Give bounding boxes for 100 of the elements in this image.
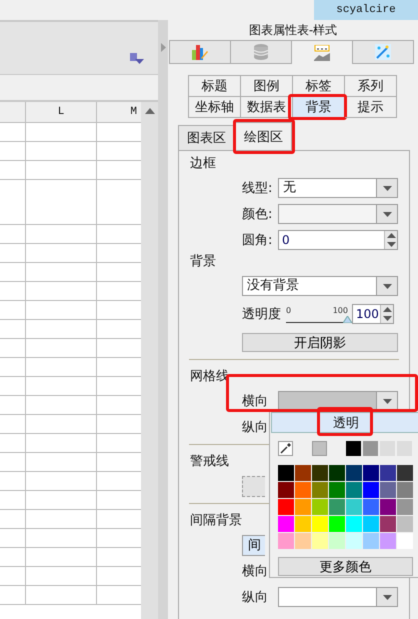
color-swatch[interactable] — [346, 499, 362, 515]
color-swatch[interactable] — [397, 465, 413, 481]
color-swatch[interactable] — [295, 533, 311, 549]
color-swatch[interactable] — [346, 516, 362, 532]
field-label: 纵向 — [242, 419, 269, 436]
transparent-option[interactable]: 透明 — [271, 412, 418, 433]
panel-title: 图表属性表-样式 — [248, 22, 338, 38]
shadow-button[interactable]: 开启阴影 — [242, 332, 398, 352]
color-swatch[interactable] — [312, 441, 327, 456]
more-colors-button[interactable]: 更多颜色 — [278, 557, 413, 576]
sub-tab[interactable]: 标题 — [189, 76, 241, 97]
spin-up-icon[interactable] — [386, 233, 396, 238]
color-swatch[interactable] — [312, 499, 328, 515]
slider-min-label: 0 — [286, 306, 292, 314]
caret-icon — [382, 212, 392, 216]
user-name[interactable]: scyalcire — [314, 0, 418, 20]
color-swatch[interactable] — [380, 499, 396, 515]
color-swatch[interactable] — [380, 465, 396, 481]
color-swatch[interactable] — [363, 441, 378, 456]
color-swatch[interactable] — [397, 482, 413, 498]
color-swatch[interactable] — [312, 533, 328, 549]
color-swatch[interactable] — [397, 516, 413, 532]
color-swatch[interactable] — [295, 465, 311, 481]
color-swatch[interactable] — [329, 465, 345, 481]
spin-down-icon[interactable] — [386, 242, 396, 247]
sub-tab[interactable]: 坐标轴 — [189, 97, 241, 118]
caret-icon — [382, 594, 392, 600]
icon-tab[interactable] — [169, 40, 230, 64]
icon-tab[interactable] — [291, 40, 352, 64]
color-swatch[interactable] — [346, 533, 362, 549]
color-swatch[interactable] — [278, 516, 294, 532]
text-label-icon — [314, 44, 330, 60]
icon-tab[interactable] — [230, 40, 291, 64]
color-swatch[interactable] — [312, 516, 328, 532]
color-swatch[interactable] — [295, 499, 311, 515]
color-dropdown[interactable] — [278, 204, 398, 224]
sub-tab[interactable]: 提示 — [345, 97, 397, 118]
color-swatch[interactable] — [363, 516, 379, 532]
color-dropdown[interactable] — [278, 587, 398, 607]
expand-arrow-icon[interactable] — [160, 43, 166, 52]
opacity-spinner[interactable]: 100 — [352, 304, 394, 324]
color-swatch[interactable] — [312, 465, 328, 481]
color-swatch[interactable] — [278, 465, 294, 481]
color-swatch[interactable] — [278, 499, 294, 515]
color-swatch[interactable] — [329, 482, 345, 498]
section-heading: 间隔背景 — [189, 512, 242, 530]
add-line-button[interactable] — [242, 476, 265, 496]
corner-spinner[interactable]: 0 — [278, 230, 398, 250]
color-swatch[interactable] — [363, 499, 379, 515]
tab[interactable]: 图表区 — [178, 125, 235, 150]
color-swatch[interactable] — [312, 482, 328, 498]
color-swatch[interactable] — [363, 465, 379, 481]
caret-icon — [382, 284, 392, 288]
background-dropdown[interactable]: 没有背景 — [242, 276, 398, 296]
magic-wand-icon — [375, 44, 391, 60]
filter-icon[interactable] — [130, 53, 144, 65]
database-icon — [254, 44, 268, 60]
color-swatch[interactable] — [329, 499, 345, 515]
field-label: 横向 — [242, 393, 269, 410]
color-swatch[interactable] — [346, 465, 362, 481]
field-label: 透明度 — [242, 306, 282, 323]
color-swatch[interactable] — [346, 441, 361, 456]
scroll-up-icon[interactable] — [144, 108, 154, 114]
field-label: 圆角: — [242, 232, 274, 249]
color-swatch[interactable] — [278, 533, 294, 549]
sub-tab[interactable]: 系列 — [345, 76, 397, 97]
color-swatch[interactable] — [380, 482, 396, 498]
color-swatch[interactable] — [380, 533, 396, 549]
section-heading: 边框 — [189, 155, 216, 173]
color-swatch[interactable] — [363, 533, 379, 549]
color-swatch[interactable] — [363, 482, 379, 498]
slider-max-label: 100 — [332, 306, 348, 314]
column-header[interactable]: L — [26, 102, 98, 122]
chart-icon — [192, 44, 208, 60]
color-swatch[interactable] — [397, 533, 413, 549]
column-header[interactable]: M — [97, 102, 141, 122]
color-swatch[interactable] — [397, 499, 413, 515]
section-heading: 警戒线 — [189, 453, 229, 471]
icon-tab[interactable] — [352, 40, 413, 64]
section-heading: 背景 — [189, 253, 216, 271]
sub-tab[interactable]: 图例 — [241, 76, 293, 97]
color-swatch[interactable] — [380, 516, 396, 532]
eyedropper-icon[interactable] — [278, 441, 293, 456]
color-swatch[interactable] — [329, 516, 345, 532]
color-swatch[interactable] — [295, 482, 311, 498]
color-swatch[interactable] — [329, 533, 345, 549]
color-swatch[interactable] — [278, 482, 294, 498]
line-type-dropdown[interactable]: 无 — [278, 178, 398, 198]
field-label: 线型: — [242, 180, 274, 197]
color-swatch[interactable] — [346, 482, 362, 498]
spin-up-icon[interactable] — [382, 307, 392, 312]
color-swatch[interactable] — [295, 516, 311, 532]
field-label: 横向 — [242, 563, 269, 580]
interval-button[interactable]: 间 — [242, 534, 265, 556]
field-label: 纵向 — [242, 589, 269, 606]
caret-icon — [382, 186, 392, 190]
slider-thumb[interactable] — [343, 316, 352, 322]
spin-down-icon[interactable] — [382, 316, 392, 321]
caret-icon — [382, 398, 392, 404]
field-label: 颜色: — [242, 206, 274, 223]
